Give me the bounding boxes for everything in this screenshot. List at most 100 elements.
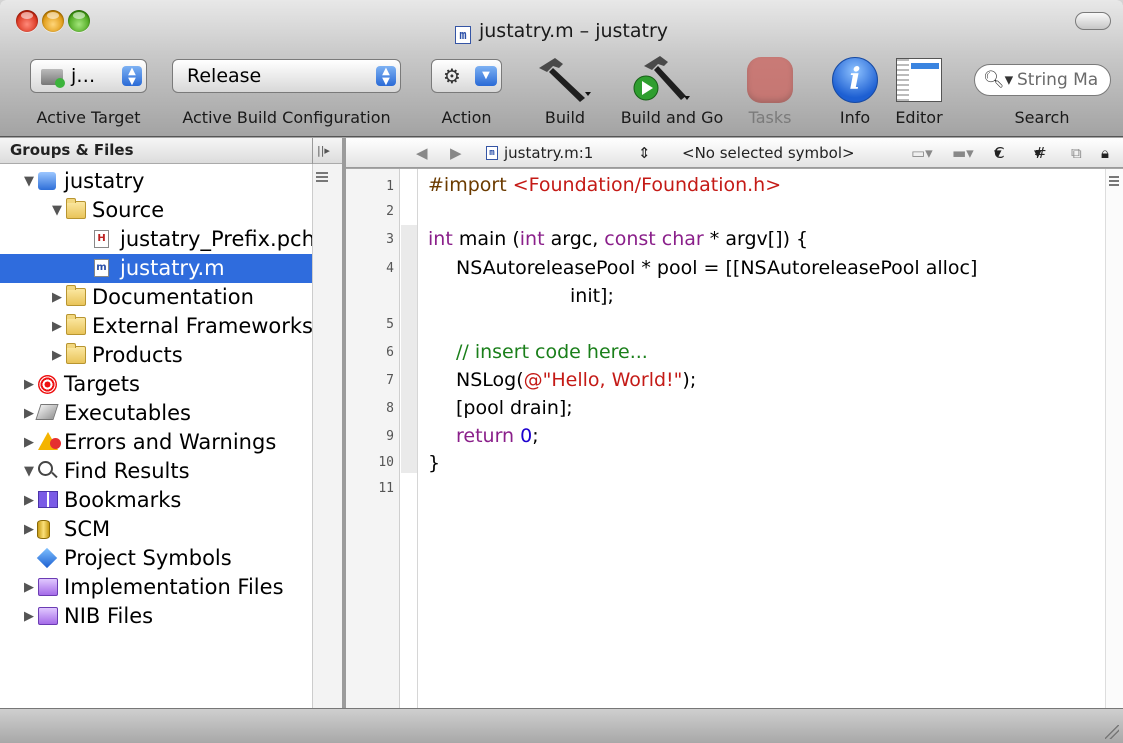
sidebar-item-targets[interactable]: ▶ Targets bbox=[0, 370, 312, 399]
disclosure-collapsed-icon[interactable]: ▶ bbox=[24, 573, 38, 602]
active-target-popup[interactable]: j… ▲ ▼ bbox=[30, 59, 147, 93]
disclosure-collapsed-icon[interactable]: ▶ bbox=[24, 370, 38, 399]
window-title: m justatry.m – justatry bbox=[0, 20, 1123, 44]
sidebar-item-products[interactable]: ▶ Products bbox=[0, 341, 312, 370]
keyword: int bbox=[519, 228, 545, 250]
search-field[interactable]: 🔍︎▾ String Ma bbox=[974, 64, 1111, 96]
file-popup-arrows-icon[interactable]: ⇕ bbox=[638, 138, 651, 168]
include-menu[interactable]: # ▾ bbox=[1034, 138, 1047, 168]
project-icon bbox=[38, 172, 56, 190]
bookmarks-menu-icon[interactable]: ▭▾ bbox=[911, 138, 933, 168]
sidebar-item-source[interactable]: ▼ Source bbox=[0, 196, 312, 225]
folder-icon bbox=[66, 343, 86, 364]
lock-icon[interactable]: 🔒︎ bbox=[1101, 138, 1109, 168]
keyword: const bbox=[604, 228, 656, 250]
sidebar-item-external-frameworks[interactable]: ▶ External Frameworks bbox=[0, 312, 312, 341]
counterpart-icon[interactable]: ⧉ bbox=[1071, 138, 1082, 168]
sidebar-item-justatry-m[interactable]: m justatry.m bbox=[0, 254, 312, 283]
split-editor-icon[interactable] bbox=[1109, 176, 1119, 188]
string-literal: @"Hello, World!" bbox=[523, 369, 683, 391]
editor-scrollbar[interactable] bbox=[1105, 169, 1123, 708]
sidebar-item-label: justatry bbox=[64, 169, 145, 193]
disclosure-expanded-icon[interactable]: ▼ bbox=[24, 167, 38, 196]
sidebar-item-documentation[interactable]: ▶ Documentation bbox=[0, 283, 312, 312]
build-and-go-icon[interactable] bbox=[630, 54, 690, 102]
active-target-value: j… bbox=[71, 65, 96, 87]
include-menu-label: # bbox=[1034, 144, 1047, 162]
back-arrow-icon[interactable]: ◀ bbox=[416, 138, 428, 168]
sidebar-item-justatry-prefix-pch[interactable]: Hjustatry_Prefix.pch bbox=[0, 225, 312, 254]
code-line-7: NSLog(@"Hello, World!"); bbox=[456, 369, 696, 391]
sidebar-item-nib-files[interactable]: ▶ NIB Files bbox=[0, 602, 312, 631]
sidebar-detail-icon[interactable] bbox=[316, 172, 328, 184]
sidebar-item-label: justatry_Prefix.pch bbox=[120, 227, 312, 251]
keyword: char bbox=[661, 228, 704, 250]
code-line-1: #import <Foundation/Foundation.h> bbox=[428, 174, 781, 196]
tasks-label: Tasks bbox=[748, 108, 792, 127]
action-menu-button[interactable]: ⚙ ▼ bbox=[431, 59, 502, 93]
resize-grip-icon[interactable] bbox=[1105, 725, 1119, 739]
editor-navigation-bar: ◀ ▶ m justatry.m:1 ⇕ <No selected symbol… bbox=[346, 138, 1123, 168]
sidebar-item-implementation-files[interactable]: ▶ Implementation Files bbox=[0, 573, 312, 602]
header-file-icon: H bbox=[94, 230, 109, 248]
line-number: 1 bbox=[386, 179, 394, 194]
build-configuration-popup[interactable]: Release ▲ ▼ bbox=[172, 59, 401, 93]
line-number: 11 bbox=[378, 481, 394, 496]
sidebar-item-label: justatry.m bbox=[120, 256, 225, 280]
search-icon: 🔍︎▾ bbox=[983, 70, 1014, 90]
disclosure-collapsed-icon[interactable]: ▶ bbox=[52, 283, 66, 312]
build-label: Build bbox=[544, 108, 586, 127]
sidebar-item-bookmarks[interactable]: ▶ Bookmarks bbox=[0, 486, 312, 515]
editor-label: Editor bbox=[895, 108, 943, 127]
file-history-popup[interactable]: justatry.m:1 bbox=[504, 138, 593, 168]
editor-icon[interactable] bbox=[896, 58, 942, 102]
line-number: 8 bbox=[386, 401, 394, 416]
m-file-icon: m bbox=[486, 146, 498, 160]
disclosure-collapsed-icon[interactable]: ▶ bbox=[52, 312, 66, 341]
sidebar-item-label: Documentation bbox=[92, 285, 254, 309]
info-label: Info bbox=[839, 108, 871, 127]
disclosure-collapsed-icon[interactable]: ▶ bbox=[24, 399, 38, 428]
disclosure-collapsed-icon[interactable]: ▶ bbox=[24, 486, 38, 515]
build-and-go-label: Build and Go bbox=[620, 108, 724, 127]
line-number: 2 bbox=[386, 204, 394, 219]
sidebar-item-executables[interactable]: ▶ Executables bbox=[0, 399, 312, 428]
executable-icon bbox=[35, 404, 59, 420]
sidebar-item-label: Products bbox=[92, 343, 183, 367]
sidebar-item-justatry[interactable]: ▼ justatry bbox=[0, 167, 312, 196]
disclosure-expanded-icon[interactable]: ▼ bbox=[24, 457, 38, 486]
window-title-text: justatry.m – justatry bbox=[478, 20, 669, 42]
build-hammer-icon[interactable] bbox=[533, 54, 593, 102]
sidebar-item-project-symbols[interactable]: Project Symbols bbox=[0, 544, 312, 573]
import-path: <Foundation/Foundation.h> bbox=[512, 174, 782, 196]
nib-files-icon bbox=[38, 607, 58, 625]
disclosure-collapsed-icon[interactable]: ▶ bbox=[24, 602, 38, 631]
sidebar-item-find-results[interactable]: ▼ Find Results bbox=[0, 457, 312, 486]
folder-icon bbox=[66, 314, 86, 335]
sidebar-item-label: SCM bbox=[64, 517, 111, 541]
symbol-popup[interactable]: <No selected symbol> bbox=[682, 138, 855, 168]
disclosure-expanded-icon[interactable]: ▼ bbox=[52, 196, 66, 225]
scm-icon bbox=[37, 520, 50, 539]
sidebar-column-toggle[interactable]: ||▸ bbox=[312, 138, 342, 164]
folder-icon bbox=[66, 285, 86, 306]
code-line-10: } bbox=[428, 452, 441, 474]
disclosure-collapsed-icon[interactable]: ▶ bbox=[52, 341, 66, 370]
forward-arrow-icon[interactable]: ▶ bbox=[450, 138, 462, 168]
disclosure-collapsed-icon[interactable]: ▶ bbox=[24, 515, 38, 544]
fold-region[interactable] bbox=[401, 225, 417, 473]
sidebar-item-label: Bookmarks bbox=[64, 488, 182, 512]
implementation-files-icon bbox=[38, 578, 58, 596]
code-line-4-wrapped: init]; bbox=[570, 285, 614, 307]
line-number: 4 bbox=[386, 261, 394, 276]
disclosure-collapsed-icon[interactable]: ▶ bbox=[24, 428, 38, 457]
class-menu[interactable]: C ▾ bbox=[994, 138, 1004, 168]
sidebar-item-scm[interactable]: ▶ SCM bbox=[0, 515, 312, 544]
breakpoints-menu-icon[interactable]: ▬▾ bbox=[952, 138, 974, 168]
line-number: 3 bbox=[386, 232, 394, 247]
code-line-8: [pool drain]; bbox=[456, 397, 573, 419]
tasks-stop-icon[interactable] bbox=[747, 57, 793, 103]
sidebar-item-errors-and-warnings[interactable]: ▶ Errors and Warnings bbox=[0, 428, 312, 457]
keyword: return bbox=[456, 425, 515, 447]
info-icon[interactable]: i bbox=[832, 57, 878, 103]
